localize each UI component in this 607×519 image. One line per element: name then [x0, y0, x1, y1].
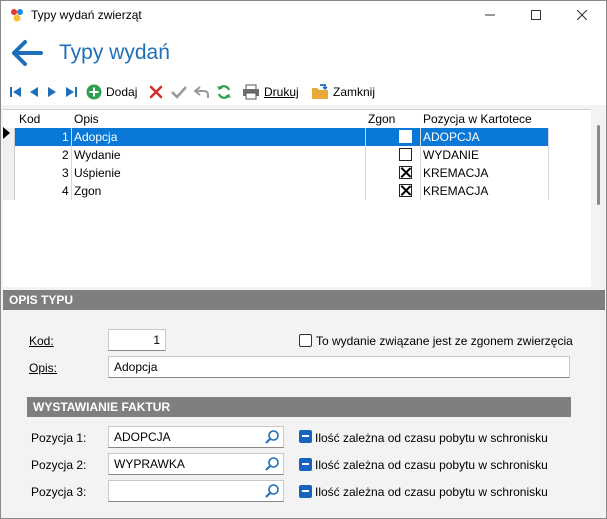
window-title: Typy wydań zwierząt	[31, 8, 142, 22]
refresh-button[interactable]	[216, 81, 232, 103]
pozycja-3-field[interactable]	[108, 480, 284, 502]
confirm-button[interactable]	[171, 81, 187, 103]
pozycja-1-field[interactable]: ADOPCJA	[108, 426, 284, 448]
column-divider	[71, 128, 72, 200]
cell-kod: 1	[62, 130, 69, 144]
column-header-zgon[interactable]: Zgon	[368, 112, 395, 126]
toolbar: Dodaj Drukuj Zamknij	[1, 79, 606, 105]
death-related-checkbox[interactable]	[299, 334, 312, 347]
cell-pozycja: WYDANIE	[423, 148, 480, 162]
last-record-icon	[66, 87, 77, 97]
previous-record-icon	[30, 87, 38, 97]
last-record-button[interactable]	[64, 81, 78, 103]
cell-kod: 2	[62, 148, 69, 162]
folder-exit-icon	[312, 84, 328, 99]
cell-kod: 4	[62, 184, 69, 198]
cell-opis: Wydanie	[74, 148, 121, 162]
section-opis-typu: OPIS TYPU	[3, 290, 605, 310]
undo-button[interactable]	[194, 81, 210, 103]
table-row[interactable]: 1 Adopcja ADOPCJA	[15, 128, 549, 146]
cell-zgon-checkbox[interactable]	[399, 148, 412, 161]
next-record-button[interactable]	[46, 81, 58, 103]
pozycja-2-option-label: Ilość zależna od czasu pobytu w schronis…	[315, 458, 548, 472]
page-header: Typy wydań	[1, 29, 606, 79]
pozycja-2-field[interactable]: WYPRAWKA	[108, 453, 284, 475]
cell-opis: Zgon	[74, 184, 102, 198]
close-button[interactable]	[559, 1, 605, 29]
add-label: Dodaj	[106, 85, 138, 99]
column-divider	[548, 128, 549, 200]
pozycja-2-label: Pozycja 2:	[31, 458, 87, 472]
app-window: Typy wydań zwierząt Typy wydań Dodaj Dru…	[0, 0, 607, 519]
current-row-indicator-icon	[3, 127, 10, 139]
app-icon	[11, 9, 23, 22]
printer-icon	[243, 84, 259, 100]
delete-icon	[149, 85, 163, 99]
pozycja-1-option-label: Ilość zależna od czasu pobytu w schronis…	[315, 431, 548, 445]
column-divider	[420, 128, 421, 200]
minimize-button[interactable]	[467, 1, 513, 29]
delete-button[interactable]	[149, 81, 163, 103]
pozycja-3-option-checkbox[interactable]	[299, 485, 312, 498]
refresh-icon	[217, 85, 231, 99]
cell-kod: 3	[62, 166, 69, 180]
close-form-button[interactable]: Zamknij	[311, 81, 375, 103]
pozycja-1-label: Pozycja 1:	[31, 431, 87, 445]
cell-opis: Adopcja	[74, 130, 118, 144]
death-related-label: To wydanie związane jest ze zgonem zwier…	[316, 334, 573, 348]
types-grid[interactable]: Kod Opis Zgon Pozycja w Kartotece 1 Adop…	[3, 109, 591, 287]
back-arrow-icon[interactable]	[11, 39, 43, 67]
checkmark-icon	[171, 86, 187, 99]
grid-header: Kod Opis Zgon Pozycja w Kartotece	[3, 110, 591, 128]
first-record-icon	[10, 87, 21, 97]
cell-zgon-checkbox[interactable]	[399, 130, 412, 143]
kod-label: Kod:	[29, 334, 54, 348]
column-header-opis[interactable]: Opis	[74, 112, 99, 126]
pozycja-2-option-checkbox[interactable]	[299, 458, 312, 471]
cell-zgon-checkbox[interactable]	[399, 166, 412, 179]
pozycja-3-option-label: Ilość zależna od czasu pobytu w schronis…	[315, 485, 548, 499]
search-icon[interactable]	[264, 429, 280, 445]
column-header-kod[interactable]: Kod	[19, 112, 40, 126]
undo-icon	[194, 86, 209, 98]
cell-pozycja: KREMACJA	[423, 184, 489, 198]
page-title: Typy wydań	[59, 41, 170, 64]
column-header-pozycja[interactable]: Pozycja w Kartotece	[423, 112, 532, 126]
pozycja-1-option-checkbox[interactable]	[299, 430, 312, 443]
cell-pozycja: ADOPCJA	[423, 130, 480, 144]
close-form-label: Zamknij	[333, 85, 376, 99]
title-bar: Typy wydań zwierząt	[1, 1, 606, 29]
opis-label: Opis:	[29, 361, 58, 375]
scrollbar-thumb[interactable]	[597, 125, 600, 205]
kod-field[interactable]: 1	[108, 329, 166, 351]
table-row[interactable]: 2 Wydanie WYDANIE	[15, 146, 549, 164]
search-icon[interactable]	[264, 483, 280, 499]
add-icon	[86, 84, 102, 100]
first-record-button[interactable]	[9, 81, 23, 103]
previous-record-button[interactable]	[28, 81, 40, 103]
cell-zgon-checkbox[interactable]	[399, 184, 412, 197]
maximize-button[interactable]	[513, 1, 559, 29]
column-divider	[365, 128, 366, 200]
grid-scrollbar[interactable]	[593, 109, 606, 287]
pozycja-3-label: Pozycja 3:	[31, 485, 87, 499]
close-icon	[577, 10, 587, 20]
print-label: Drukuj	[264, 85, 299, 99]
section-wystawianie-faktur: WYSTAWIANIE FAKTUR	[27, 397, 571, 417]
cell-pozycja: KREMACJA	[423, 166, 489, 180]
search-icon[interactable]	[264, 456, 280, 472]
add-button[interactable]: Dodaj	[86, 81, 137, 103]
opis-field[interactable]: Adopcja	[108, 356, 570, 378]
table-row[interactable]: 3 Uśpienie KREMACJA	[15, 164, 549, 182]
table-row[interactable]: 4 Zgon KREMACJA	[15, 182, 549, 200]
pozycja-1-value: ADOPCJA	[114, 430, 171, 444]
next-record-icon	[48, 87, 56, 97]
pozycja-2-value: WYPRAWKA	[114, 457, 185, 471]
cell-opis: Uśpienie	[74, 166, 121, 180]
minimize-icon	[485, 14, 495, 16]
print-button[interactable]: Drukuj	[242, 81, 299, 103]
maximize-icon	[531, 10, 541, 20]
